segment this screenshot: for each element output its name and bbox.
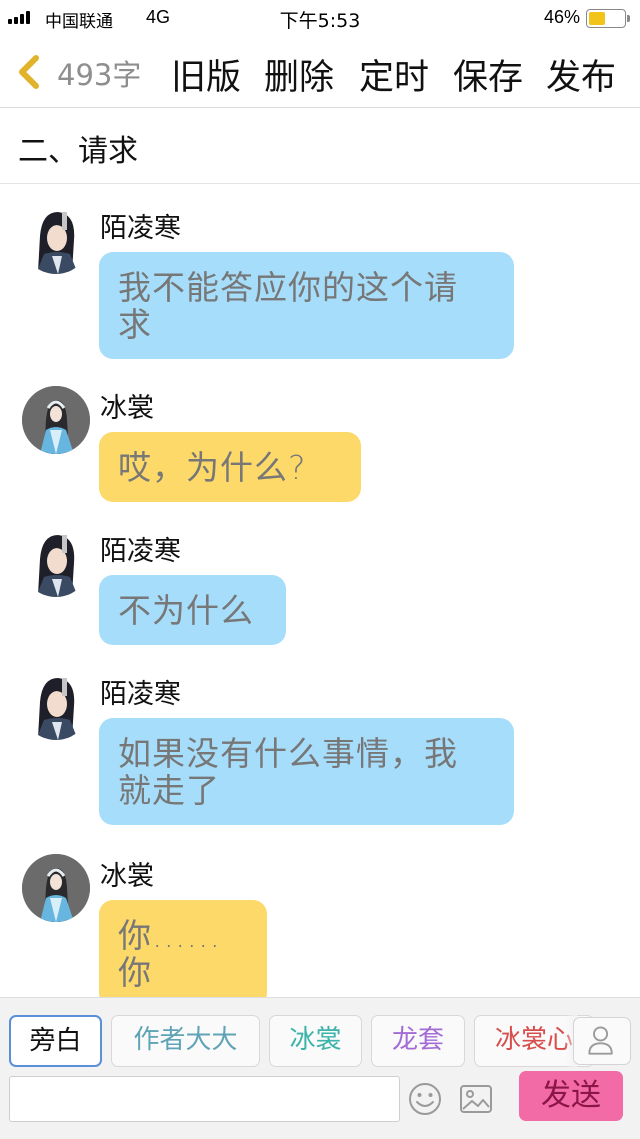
speaker-name: 冰裳 <box>100 861 154 892</box>
chevron-left-icon[interactable] <box>12 54 48 90</box>
send-button[interactable]: 发送 <box>519 1071 623 1121</box>
editor-toolbar: 493字 旧版 删除 定时 保存 发布 <box>0 36 640 108</box>
status-bar: 中国联通 4G 下午5:53 46% <box>0 0 640 36</box>
schedule-button[interactable]: 定时 <box>359 49 429 100</box>
role-label: 旁白 <box>29 1026 82 1056</box>
role-chip-author[interactable]: 作者大大 <box>111 1015 260 1067</box>
message-input[interactable] <box>9 1076 400 1122</box>
avatar-bing-shang[interactable] <box>22 386 90 454</box>
compose-bar: 旁白 作者大大 冰裳 龙套 冰裳心 发送 <box>0 997 640 1139</box>
publish-button[interactable]: 发布 <box>546 49 616 100</box>
battery-icon <box>586 9 630 28</box>
chapter-header[interactable]: 二、请求 <box>0 108 640 184</box>
role-chip-narrator[interactable]: 旁白 <box>9 1015 102 1067</box>
battery-percent: 46% <box>543 7 580 27</box>
speaker-name: 冰裳 <box>100 393 154 424</box>
image-icon[interactable] <box>458 1082 494 1116</box>
role-selector: 旁白 作者大大 冰裳 龙套 冰裳心 <box>0 1015 640 1067</box>
old-version-button[interactable]: 旧版 <box>171 49 241 100</box>
save-button[interactable]: 保存 <box>453 49 523 100</box>
speaker-name: 陌凌寒 <box>100 213 181 244</box>
user-icon <box>588 1026 613 1055</box>
role-label: 作者大大 <box>133 1025 238 1055</box>
role-label: 冰裳 <box>289 1025 342 1055</box>
speaker-name: 陌凌寒 <box>100 536 181 567</box>
character-manage-button[interactable] <box>573 1017 631 1065</box>
emoji-icon[interactable] <box>407 1081 443 1117</box>
speaker-name: 陌凌寒 <box>100 679 181 710</box>
message-bubble[interactable]: 你......你 <box>99 900 267 1007</box>
role-label: 冰裳心 <box>494 1025 573 1055</box>
avatar-bing-shang[interactable] <box>22 854 90 922</box>
avatar-mo-linghan[interactable] <box>22 206 90 274</box>
delete-button[interactable]: 删除 <box>264 49 334 100</box>
avatar-mo-linghan[interactable] <box>22 529 90 597</box>
word-count: 493字 <box>57 58 142 92</box>
role-label: 龙套 <box>391 1025 444 1055</box>
message-bubble[interactable]: 不为什么 <box>99 575 286 645</box>
role-chip-extra[interactable]: 龙套 <box>371 1015 465 1067</box>
message-bubble[interactable]: 哎，为什么? <box>99 432 361 502</box>
message-bubble[interactable]: 如果没有什么事情，我 就走了 <box>99 718 514 825</box>
message-bubble[interactable]: 我不能答应你的这个请 求 <box>99 252 514 359</box>
avatar-mo-linghan[interactable] <box>22 672 90 740</box>
role-chip-bing-shang[interactable]: 冰裳 <box>269 1015 362 1067</box>
chapter-title: 二、请求 <box>18 134 138 169</box>
